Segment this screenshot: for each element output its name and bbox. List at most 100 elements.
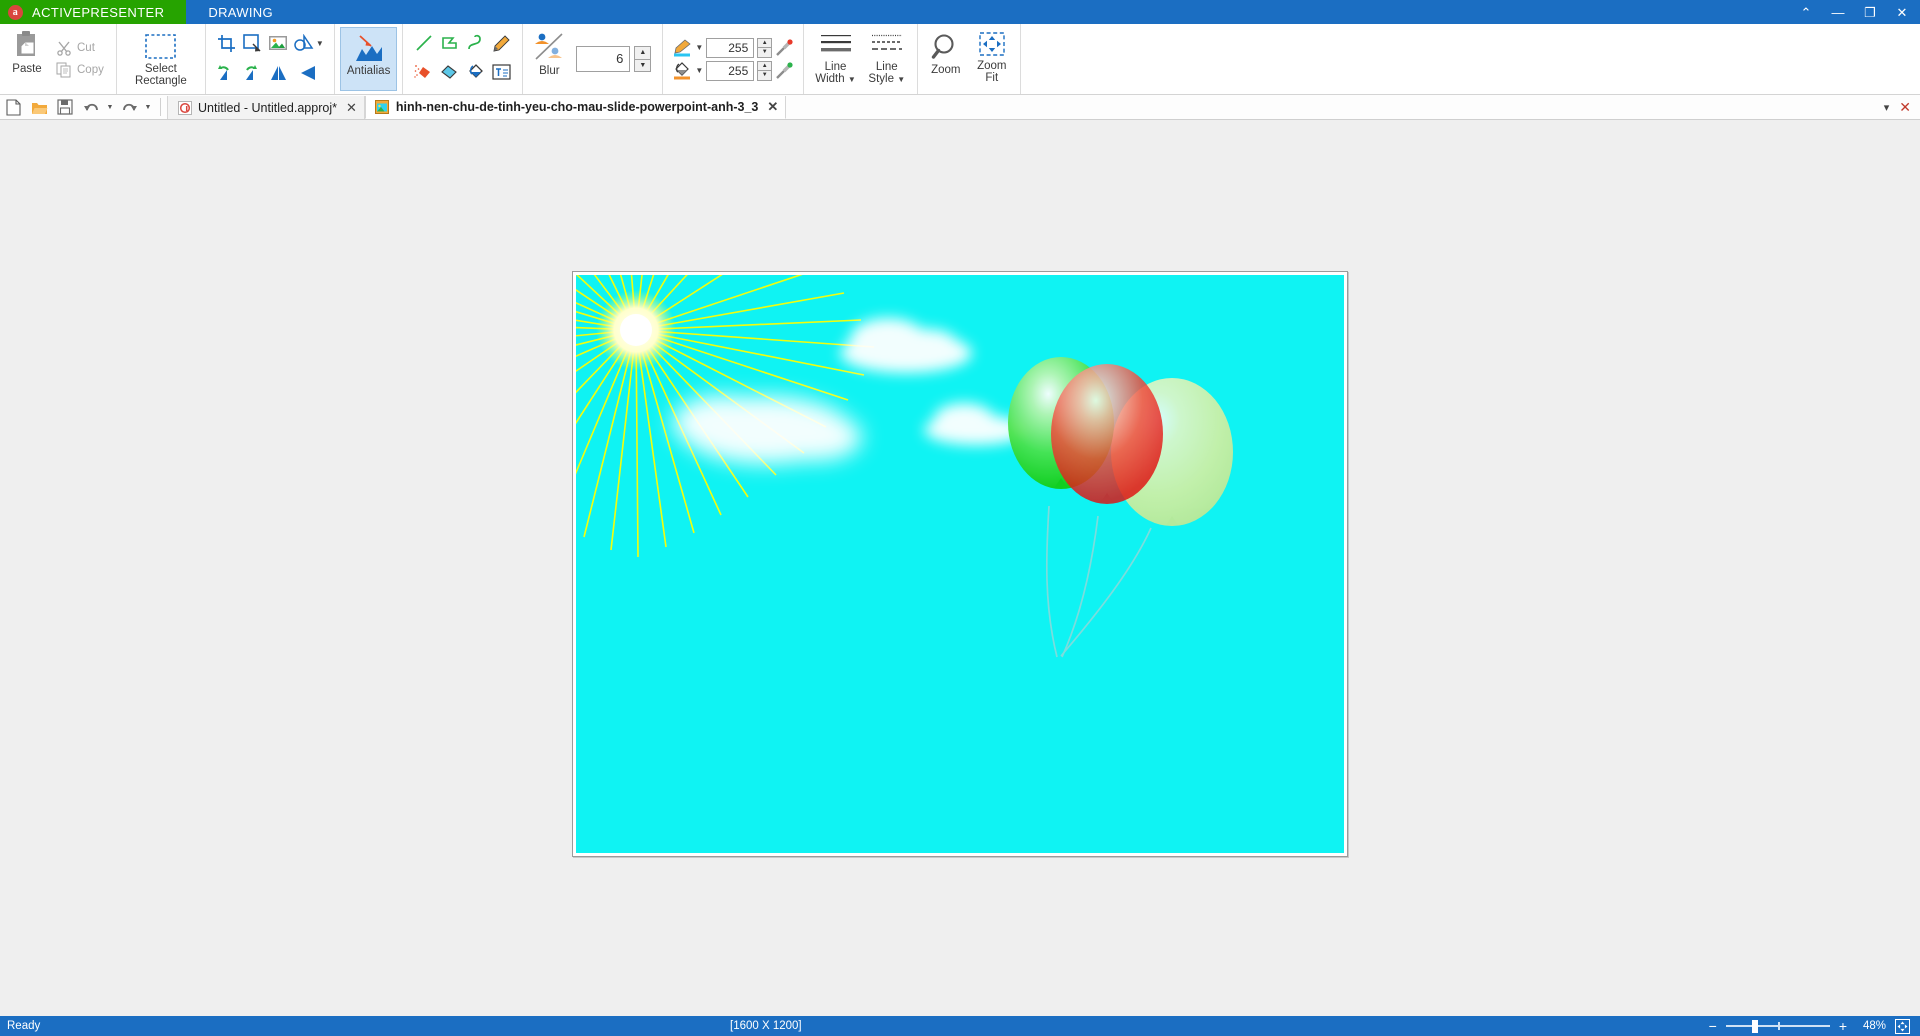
document-tab-untitled[interactable]: Untitled - Untitled.approj* ✕ <box>167 96 365 119</box>
foreground-value-input[interactable]: 255 <box>706 37 755 58</box>
zoom-button[interactable]: Zoom <box>923 27 969 91</box>
minimize-icon[interactable]: — <box>1830 6 1846 19</box>
zoom-fit-button[interactable]: Zoom Fit <box>969 27 1015 91</box>
fit-to-window-icon[interactable] <box>1895 1018 1910 1034</box>
tabs-dropdown-icon[interactable]: ▾ <box>1884 101 1890 114</box>
save-file-button[interactable] <box>52 95 78 119</box>
document-tab-untitled-close-icon[interactable]: ✕ <box>346 100 357 116</box>
line-style-button[interactable]: Line Style ▼ <box>862 27 912 91</box>
antialias-button[interactable]: Antialias <box>339 27 398 91</box>
line-style-label-line2: Style ▼ <box>868 73 906 85</box>
zoom-slider-thumb[interactable] <box>1751 1020 1758 1033</box>
ribbon-group-line: Line Width ▼ Line Style ▼ <box>804 24 918 94</box>
open-file-button[interactable] <box>26 95 52 119</box>
blur-amount-stepper[interactable]: 6 ▲ ▼ <box>570 27 657 91</box>
zoom-fit-label-line1: Zoom <box>977 60 1007 72</box>
new-file-icon <box>5 98 21 116</box>
color-controls: ▼ 255 ▲ ▼ ▼ 255 ▲ ▼ <box>668 27 798 91</box>
spray-tool-button[interactable] <box>411 60 436 84</box>
foreground-spin-down-icon[interactable]: ▼ <box>757 48 773 58</box>
close-all-tabs-icon[interactable]: ✕ <box>1899 99 1911 116</box>
spray-icon <box>414 65 431 78</box>
ribbon-group-image-tools: ▼ <box>206 24 335 94</box>
line-width-chevron-icon[interactable]: ▼ <box>848 75 856 84</box>
undo-button[interactable] <box>78 95 104 119</box>
foreground-dropdown-chevron-icon[interactable]: ▼ <box>695 43 703 52</box>
crop-button[interactable] <box>214 31 239 55</box>
pen-color-icon[interactable] <box>672 38 692 57</box>
rotate-left-icon <box>217 64 229 80</box>
copy-button[interactable]: Copy <box>53 61 107 79</box>
line-width-button[interactable]: Line Width ▼ <box>809 27 862 91</box>
polygon-tool-button[interactable] <box>437 31 462 55</box>
blur-value-input[interactable]: 6 <box>576 46 631 72</box>
ribbon-group-colors: ▼ 255 ▲ ▼ ▼ 255 ▲ ▼ <box>663 24 805 94</box>
flip-horizontal-button[interactable] <box>266 60 291 84</box>
foreground-spin-up-icon[interactable]: ▲ <box>757 37 773 48</box>
line-tool-button[interactable] <box>411 31 436 55</box>
select-rectangle-button[interactable]: Select Rectangle <box>122 27 200 91</box>
background-dropdown-chevron-icon[interactable]: ▼ <box>695 66 703 75</box>
fill-bucket-tool-button[interactable] <box>463 60 488 84</box>
close-icon[interactable]: ✕ <box>1894 6 1910 19</box>
eyedropper-red-icon[interactable] <box>775 38 794 57</box>
rotate-left-button[interactable] <box>214 60 239 84</box>
background-spin-buttons[interactable]: ▲ ▼ <box>757 60 773 81</box>
line-style-chevron-icon[interactable]: ▼ <box>897 75 905 84</box>
save-disk-icon <box>57 99 73 115</box>
app-tab-activepresenter[interactable]: a ACTIVEPRESENTER <box>0 0 187 24</box>
paste-button[interactable]: Paste <box>5 27 49 91</box>
document-tab-image[interactable]: hinh-nen-chu-de-tinh-yeu-cho-mau-slide-p… <box>364 96 787 119</box>
antialias-label: Antialias <box>346 65 391 77</box>
foreground-spin-buttons[interactable]: ▲ ▼ <box>757 37 773 58</box>
background-spin-down-icon[interactable]: ▼ <box>757 71 773 81</box>
resize-icon <box>243 33 261 52</box>
background-value-input[interactable]: 255 <box>706 60 755 81</box>
blur-spin-down-icon[interactable]: ▼ <box>634 59 652 72</box>
ribbon-tab-drawing[interactable]: DRAWING <box>186 0 294 24</box>
rotate-right-button[interactable] <box>240 60 265 84</box>
redo-button[interactable] <box>116 95 142 119</box>
fill-color-icon[interactable] <box>672 61 692 80</box>
eraser-tool-button[interactable] <box>437 60 462 84</box>
undo-icon <box>83 103 98 111</box>
shape-dropdown-chevron-icon[interactable]: ▼ <box>316 39 324 48</box>
status-bar: Ready [1600 X 1200] − + 48% <box>0 1016 1920 1036</box>
image-canvas-frame <box>572 271 1348 857</box>
fill-bucket-icon <box>469 64 484 78</box>
redo-dropdown-chevron-icon[interactable]: ▼ <box>142 95 154 119</box>
cut-button[interactable]: Cut <box>53 39 107 57</box>
resize-button[interactable] <box>240 31 265 55</box>
foreground-color-row: ▼ 255 ▲ ▼ <box>672 37 794 58</box>
workspace-area[interactable] <box>0 120 1920 1016</box>
undo-dropdown-chevron-icon[interactable]: ▼ <box>104 95 116 119</box>
blur-spin-buttons[interactable]: ▲ ▼ <box>634 46 652 72</box>
image-tools-grid: ▼ <box>211 27 329 91</box>
text-tool-button[interactable] <box>489 60 514 84</box>
image-button[interactable] <box>266 31 291 55</box>
collapse-ribbon-icon[interactable]: ⌃ <box>1798 6 1814 19</box>
zoom-slider[interactable] <box>1725 1020 1830 1033</box>
curve-tool-button[interactable] <box>463 31 488 55</box>
flip-vertical-button[interactable] <box>292 60 326 84</box>
antialias-icon <box>355 35 382 61</box>
blur-button[interactable]: Blur <box>528 27 570 91</box>
document-tab-image-close-icon[interactable]: ✕ <box>767 99 778 115</box>
zoom-label: Zoom <box>931 64 961 76</box>
zoom-out-button[interactable]: − <box>1709 1019 1717 1033</box>
new-file-button[interactable] <box>0 95 26 119</box>
select-rectangle-icon <box>145 34 177 59</box>
blur-spin-up-icon[interactable]: ▲ <box>634 46 652 60</box>
zoom-in-button[interactable]: + <box>1839 1019 1847 1033</box>
quickbar-separator <box>160 98 161 116</box>
shape-select-button[interactable]: ▼ <box>292 31 326 55</box>
activepresenter-doc-icon <box>177 100 192 115</box>
background-spin-up-icon[interactable]: ▲ <box>757 60 773 71</box>
restore-icon[interactable]: ❐ <box>1862 6 1878 19</box>
image-canvas[interactable] <box>576 275 1344 853</box>
open-folder-icon <box>31 102 47 114</box>
eyedropper-green-icon[interactable] <box>775 61 794 80</box>
pencil-tool-button[interactable] <box>489 31 514 55</box>
ribbon-group-draw-tools <box>403 24 524 94</box>
quick-access-and-tabs-bar: ▼ ▼ Untitled - Untitled.approj* ✕ hinh-n… <box>0 95 1920 120</box>
